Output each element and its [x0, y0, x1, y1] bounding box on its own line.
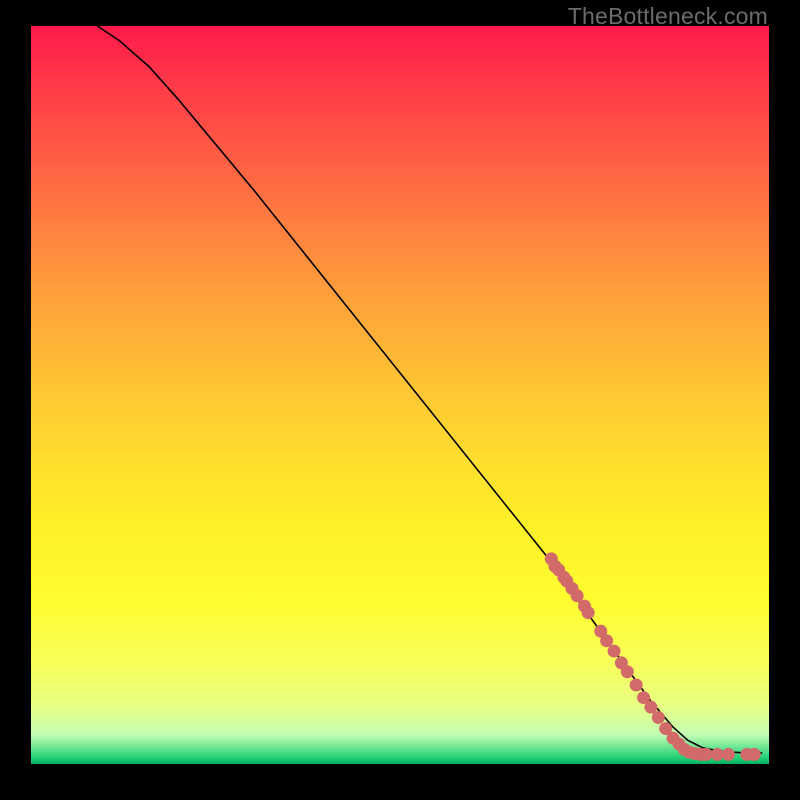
data-marker: [630, 679, 643, 692]
data-markers-group: [545, 552, 761, 761]
data-marker: [621, 665, 634, 678]
bottleneck-curve: [97, 26, 761, 753]
chart-overlay: [31, 26, 769, 764]
data-marker: [700, 748, 713, 761]
data-marker: [582, 606, 595, 619]
data-marker: [748, 748, 761, 761]
data-marker: [722, 748, 735, 761]
data-marker: [711, 748, 724, 761]
data-marker: [608, 645, 621, 658]
data-marker: [652, 711, 665, 724]
